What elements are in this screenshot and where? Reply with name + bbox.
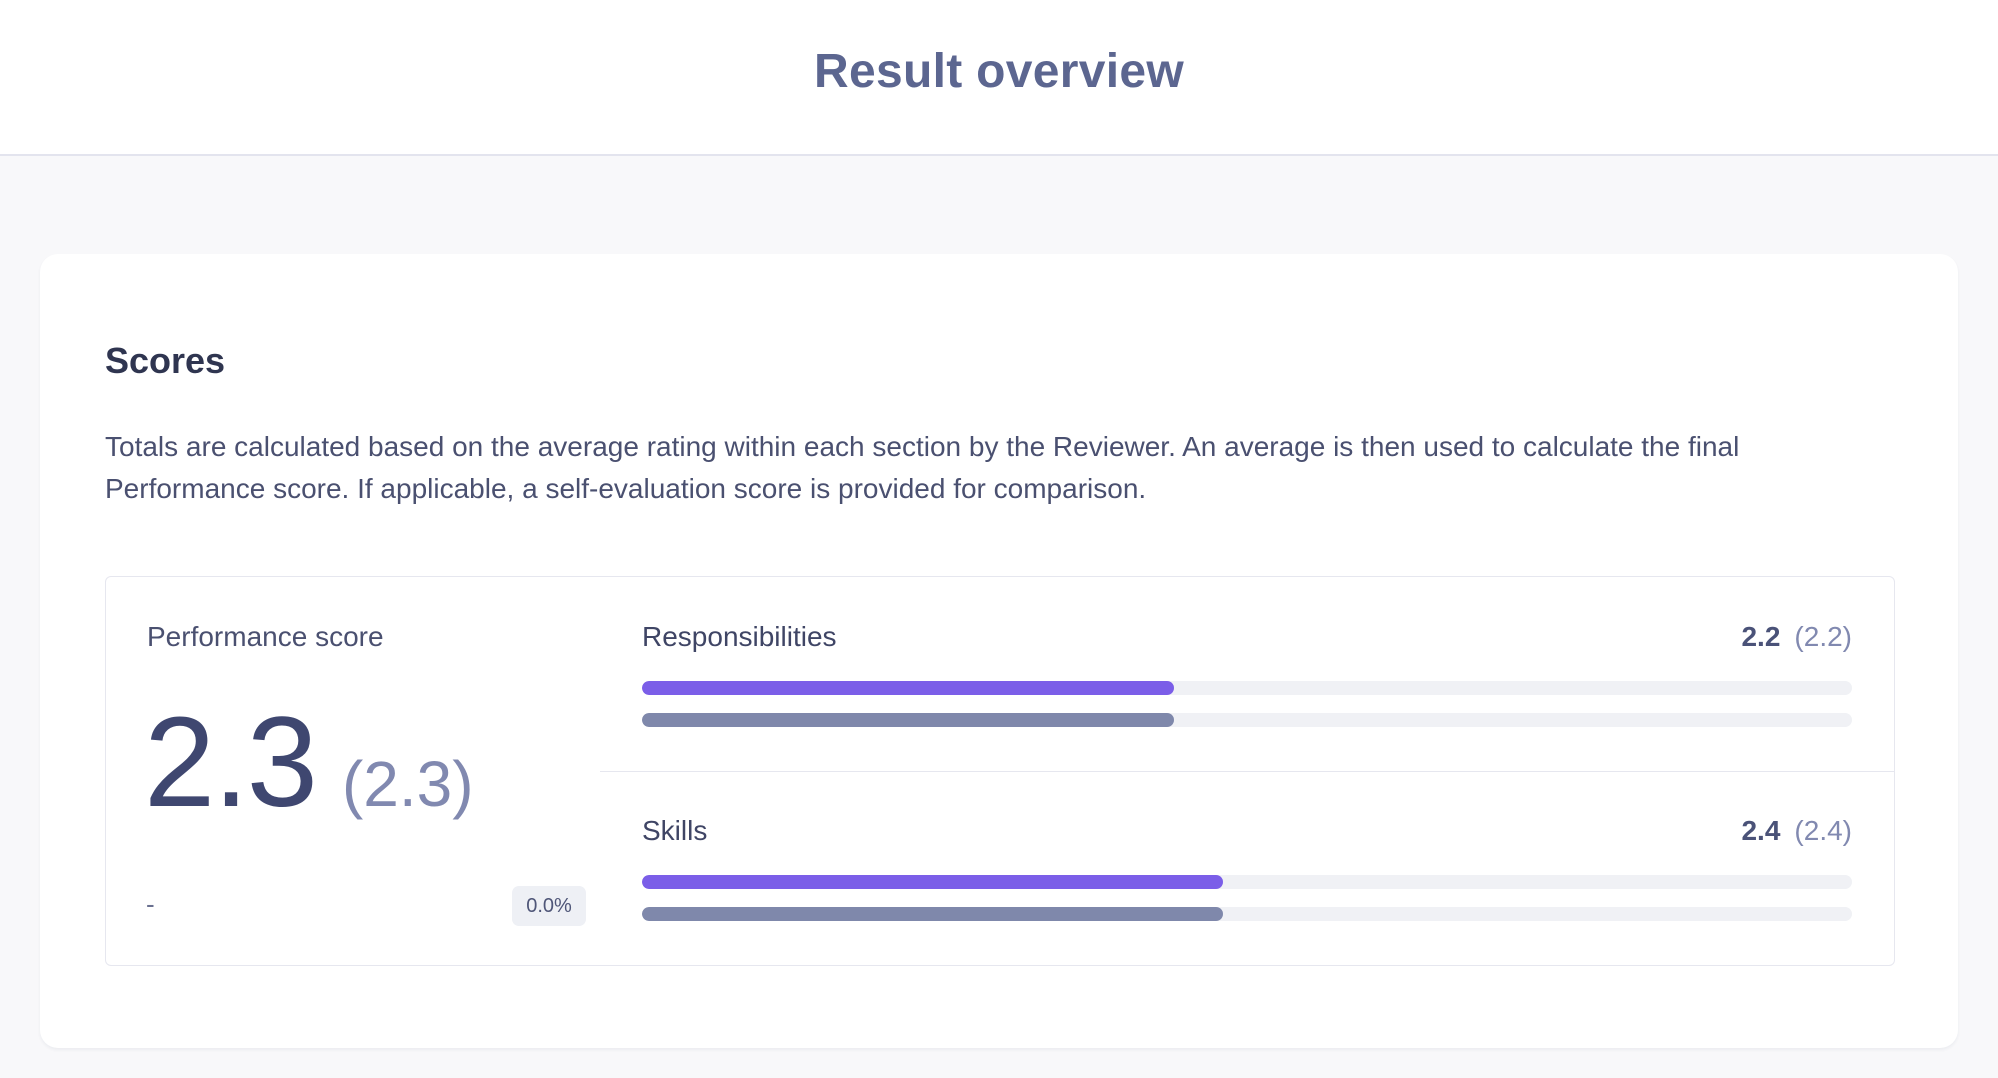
self-score-bar-fill: [642, 907, 1223, 921]
performance-score-panel: Performance score 2.3 (2.3) - 0.0%: [106, 577, 600, 965]
reviewer-score-bar-fill: [642, 681, 1175, 695]
section-label: Skills: [642, 815, 708, 846]
reviewer-score-bar: [642, 875, 1852, 889]
reviewer-score-bar-fill: [642, 875, 1223, 889]
section-row-responsibilities: Responsibilities 2.2 (2.2): [600, 577, 1894, 772]
self-score-bar: [642, 713, 1852, 727]
performance-score-values: 2.3 (2.3): [144, 699, 474, 827]
self-score-bar-fill: [642, 713, 1175, 727]
section-scores: 2.4 (2.4): [1741, 815, 1852, 847]
section-reviewer-score: 2.4: [1741, 815, 1781, 846]
section-label: Responsibilities: [642, 621, 837, 652]
section-reviewer-score: 2.2: [1741, 621, 1781, 652]
performance-previous-value: -: [146, 889, 155, 919]
self-score-bar: [642, 907, 1852, 921]
section-self-score: (2.4): [1794, 815, 1852, 846]
performance-self-score: (2.3): [341, 748, 474, 820]
scores-description: Totals are calculated based on the avera…: [105, 431, 1740, 504]
scores-title: Scores: [105, 340, 226, 381]
scores-card: Scores Totals are calculated based on th…: [40, 254, 1958, 1048]
section-self-score: (2.2): [1794, 621, 1852, 652]
performance-change-badge: 0.0%: [512, 886, 586, 926]
reviewer-score-bar: [642, 681, 1852, 695]
top-bar: Result overview: [0, 0, 1998, 156]
page-title: Result overview: [814, 44, 1184, 98]
section-scores: 2.2 (2.2): [1741, 621, 1852, 653]
performance-score-value: 2.3: [144, 691, 318, 834]
section-row-skills: Skills 2.4 (2.4): [600, 771, 1894, 965]
performance-score-label: Performance score: [147, 621, 384, 652]
scores-box: Performance score 2.3 (2.3) - 0.0% Respo…: [105, 576, 1895, 966]
